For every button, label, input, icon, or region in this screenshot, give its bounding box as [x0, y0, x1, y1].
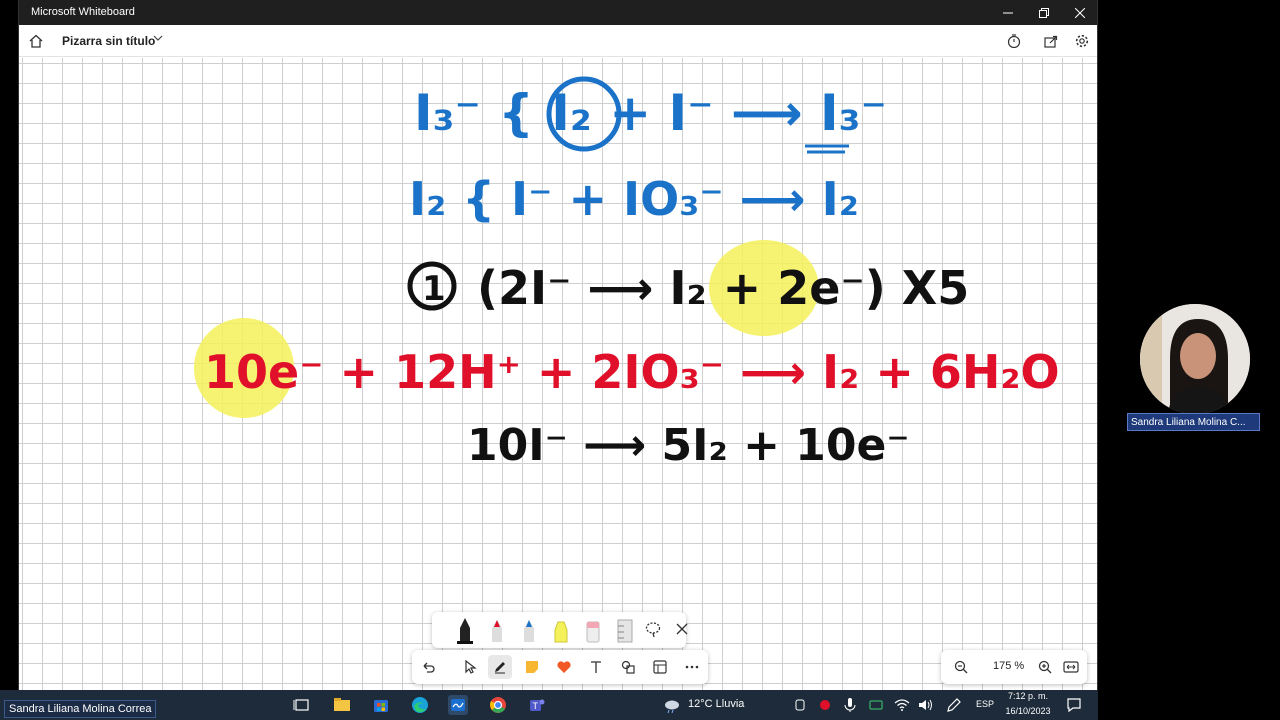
zoom-level: 175 % — [993, 660, 1025, 672]
select-button[interactable] — [458, 655, 482, 679]
share-button[interactable] — [1040, 31, 1062, 51]
bottom-toolbar — [412, 650, 708, 684]
zoom-controls: 175 % — [941, 650, 1087, 684]
task-view-icon[interactable] — [292, 695, 312, 715]
templates-button[interactable] — [648, 655, 672, 679]
weather-icon[interactable] — [662, 695, 682, 715]
eraser-icon — [586, 621, 600, 643]
chrome-icon[interactable] — [488, 695, 508, 715]
chevron-down-icon[interactable] — [153, 34, 163, 45]
title-bar: Microsoft Whiteboard — [19, 0, 1097, 25]
sticky-note-icon — [526, 661, 538, 673]
sticky-note-button[interactable] — [520, 655, 544, 679]
share-icon — [1044, 35, 1058, 48]
restore-button[interactable] — [1026, 0, 1062, 25]
clock-date[interactable]: 16/10/2023 — [1002, 706, 1054, 716]
shapes-button[interactable] — [616, 655, 640, 679]
notifications-icon[interactable] — [1064, 695, 1084, 715]
lasso-icon — [645, 622, 661, 638]
settings-button[interactable] — [1071, 31, 1093, 51]
document-title[interactable]: Pizarra sin título — [62, 34, 155, 48]
templates-icon — [653, 660, 667, 674]
language-indicator[interactable]: ESP — [976, 699, 994, 709]
text-button[interactable] — [584, 655, 608, 679]
screen: Microsoft Whiteboard Pizarra sin título — [0, 0, 1280, 720]
reactions-button[interactable] — [552, 655, 576, 679]
zoom-out-button[interactable] — [949, 655, 973, 679]
tray-icon-3[interactable] — [866, 695, 886, 715]
whiteboard-window: Microsoft Whiteboard Pizarra sin título — [18, 0, 1098, 690]
pen-icon — [524, 620, 534, 642]
ink-line-1: I₃⁻ { I₂ + I⁻ ⟶ I₃⁻ — [414, 84, 887, 142]
timer-icon — [1007, 34, 1021, 48]
text-icon — [591, 661, 601, 673]
close-icon — [676, 623, 688, 635]
participant-name: Sandra Liliana Molina C... — [1127, 413, 1260, 431]
shapes-icon — [621, 660, 635, 674]
heart-icon — [557, 661, 571, 673]
undo-icon — [423, 662, 435, 673]
file-explorer-icon[interactable] — [332, 695, 352, 715]
teams-icon[interactable]: T — [527, 695, 547, 715]
store-icon[interactable] — [371, 695, 391, 715]
lasso-button[interactable] — [644, 620, 666, 648]
highlighter[interactable] — [550, 616, 572, 644]
fit-screen-icon — [1063, 661, 1079, 673]
volume-icon[interactable] — [916, 695, 936, 715]
close-palette-button[interactable] — [676, 622, 690, 650]
ink-line-3: (2I⁻ ⟶ I₂ + 2e⁻) X5 — [477, 261, 969, 315]
zoom-in-button[interactable] — [1033, 655, 1057, 679]
ink-step-number: 1 — [422, 269, 446, 309]
wifi-icon[interactable] — [892, 695, 912, 715]
app-title: Microsoft Whiteboard — [31, 6, 135, 18]
caller-label: Sandra Liliana Molina Correa — [4, 700, 157, 718]
pen-menu-icon[interactable] — [944, 695, 964, 715]
ink-line-5: 10I⁻ ⟶ 5I₂ + 10e⁻ — [467, 420, 910, 471]
ink-line-2: I₂ { I⁻ + IO₃⁻ ⟶ I₂ — [409, 172, 859, 226]
home-button[interactable] — [25, 31, 47, 51]
more-icon — [685, 665, 699, 669]
ink-layer: I₃⁻ { I₂ + I⁻ ⟶ I₃⁻ I₂ { I⁻ + IO₃⁻ ⟶ I₂ … — [194, 76, 1060, 471]
svg-text:T: T — [533, 701, 539, 711]
more-button[interactable] — [680, 655, 704, 679]
microphone-icon[interactable] — [840, 695, 860, 715]
pen-icon — [457, 618, 473, 644]
pen-icon — [495, 662, 505, 674]
undo-button[interactable] — [416, 655, 440, 679]
participant-avatar — [1140, 304, 1250, 414]
clock-time[interactable]: 7:12 p. m. — [1006, 691, 1050, 701]
ink-line-4: 10e⁻ + 12H⁺ + 2IO₃⁻ ⟶ I₂ + 6H₂O — [204, 345, 1060, 399]
timer-button[interactable] — [1003, 31, 1025, 51]
pen-icon — [492, 620, 502, 642]
whiteboard-canvas[interactable]: I₃⁻ { I₂ + I⁻ ⟶ I₃⁻ I₂ { I⁻ + IO₃⁻ ⟶ I₂ … — [19, 58, 1097, 690]
highlighter-icon — [554, 621, 568, 643]
pen-palette — [432, 612, 688, 648]
black-pen[interactable] — [454, 616, 476, 644]
gear-icon — [1075, 34, 1089, 48]
cursor-icon — [465, 660, 477, 674]
blue-pen[interactable] — [518, 616, 540, 644]
edge-icon[interactable] — [410, 695, 430, 715]
minimize-icon — [1003, 12, 1013, 13]
eraser[interactable] — [582, 616, 604, 644]
fit-to-screen-button[interactable] — [1059, 655, 1083, 679]
close-icon — [1075, 7, 1085, 18]
weather-text[interactable]: 12°C Lluvia — [688, 698, 744, 710]
ruler-icon — [617, 619, 633, 643]
app-toolbar: Pizarra sin título — [19, 25, 1097, 57]
restore-icon — [1039, 7, 1049, 18]
ruler[interactable] — [614, 616, 636, 644]
taskbar: T 12°C Lluvia ESP 7:12 p. m. 16/10/2023 — [0, 690, 1098, 720]
home-icon — [29, 34, 43, 48]
close-button[interactable] — [1062, 0, 1098, 25]
minimize-button[interactable] — [990, 0, 1026, 25]
pen-tool-button[interactable] — [488, 655, 512, 679]
zoom-out-icon — [954, 660, 968, 674]
tray-icon-1[interactable] — [790, 695, 810, 715]
whiteboard-taskbar-icon[interactable] — [448, 695, 468, 715]
tray-icon-2[interactable] — [815, 695, 835, 715]
participant-video — [1140, 304, 1250, 414]
red-pen[interactable] — [486, 616, 508, 644]
zoom-in-icon — [1038, 660, 1052, 674]
